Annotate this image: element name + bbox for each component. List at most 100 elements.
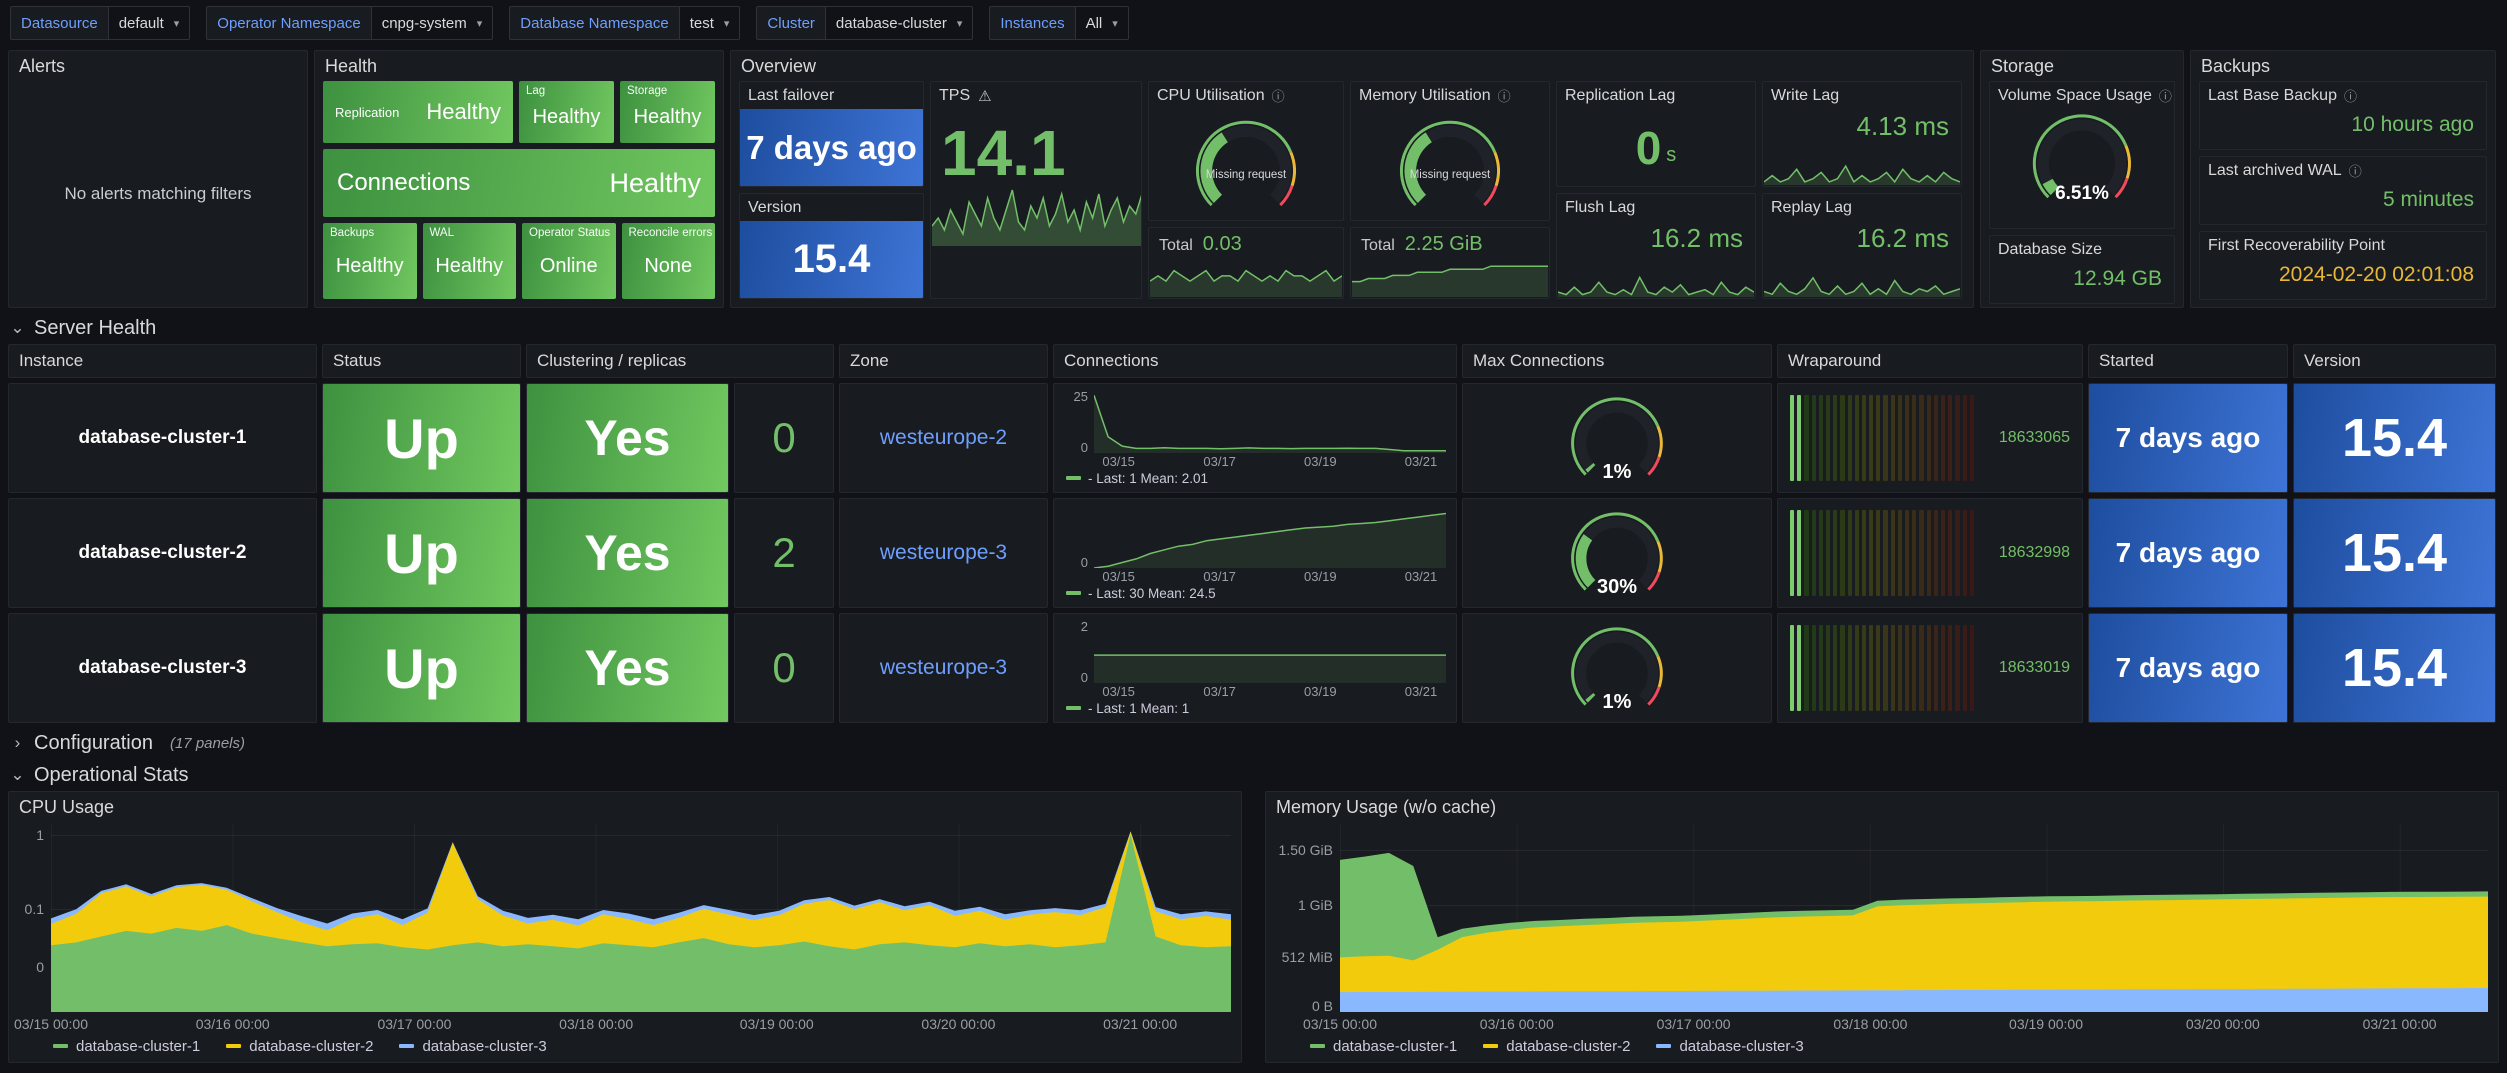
- max-connections-gauge: 30%: [1542, 507, 1692, 599]
- stat-title: Replay Lag: [1763, 194, 1961, 221]
- info-icon[interactable]: ⓘ: [2349, 161, 2362, 180]
- instance-name: database-cluster-1: [8, 383, 317, 493]
- health-operator-status-stat: Operator Status Online: [522, 223, 616, 299]
- stat-title-text: TPS: [939, 87, 970, 105]
- var-cluster-label: Cluster: [756, 6, 825, 40]
- row-configuration-toggle[interactable]: › Configuration (17 panels): [10, 731, 2497, 755]
- legend-text: - Last: 1 Mean: 1: [1088, 701, 1189, 716]
- memory-total-stat: Total 2.25 GiB: [1350, 227, 1550, 299]
- y-tick: 0 B: [1312, 998, 1333, 1014]
- write-lag-value: 4.13 ms: [1763, 109, 1961, 142]
- y-tick: 0: [36, 959, 44, 975]
- chart-legend: database-cluster-1 database-cluster-2 da…: [1266, 1034, 2498, 1058]
- zone-link[interactable]: westeurope-3: [839, 613, 1048, 723]
- max-connections-gauge: 1%: [1542, 622, 1692, 714]
- var-database-namespace-dropdown[interactable]: test ▾: [679, 6, 741, 40]
- var-instances-dropdown[interactable]: All ▾: [1075, 6, 1129, 40]
- last-archived-wal-value: 5 minutes: [2200, 184, 2486, 216]
- panel-health: Health Replication Healthy Lag Healthy S…: [314, 50, 724, 308]
- zone-link[interactable]: westeurope-3: [839, 498, 1048, 608]
- stat-title-text: Last Base Backup: [2208, 87, 2337, 105]
- series-marker-icon: [1066, 476, 1081, 480]
- var-operator-namespace-dropdown[interactable]: cnpg-system ▾: [371, 6, 494, 40]
- database-size-stat: Database Size 12.94 GB: [1989, 235, 2175, 304]
- legend-item[interactable]: - Last: 1 Mean: 2.01: [1064, 469, 1446, 487]
- flush-lag-value: 16.2 ms: [1557, 221, 1755, 254]
- tps-value: 14.1: [931, 109, 1141, 185]
- replication-lag-stat: Replication Lag 0 s: [1556, 81, 1756, 187]
- started-stat: 7 days ago: [2088, 498, 2288, 608]
- x-tick: 03/17 00:00: [1657, 1016, 1731, 1032]
- legend-item[interactable]: database-cluster-1: [53, 1038, 200, 1055]
- stat-title-text: CPU Utilisation: [1157, 87, 1265, 105]
- var-cluster-dropdown[interactable]: database-cluster ▾: [825, 6, 973, 40]
- warning-icon[interactable]: ⚠: [978, 87, 991, 105]
- connections-sparkline: [1094, 391, 1446, 453]
- gauge-value: 30%: [1542, 576, 1692, 599]
- series-marker-icon: [1066, 706, 1081, 710]
- server-health-table: Instance Status Clustering / replicas Zo…: [8, 344, 2499, 723]
- legend-item[interactable]: - Last: 1 Mean: 1: [1064, 699, 1446, 717]
- x-tick: 03/19: [1304, 569, 1337, 584]
- stat-title: Memory Utilisation ⓘ: [1351, 82, 1549, 109]
- legend-item[interactable]: database-cluster-1: [1310, 1038, 1457, 1055]
- cpu-total-stat: Total 0.03: [1148, 227, 1344, 299]
- last-failover-stat: Last failover 7 days ago: [739, 81, 924, 187]
- column-header-version: Version: [2293, 344, 2496, 378]
- info-icon[interactable]: ⓘ: [1272, 86, 1285, 105]
- bar-gauge-bars: [1790, 395, 1974, 481]
- stat-title: Last failover: [740, 82, 923, 109]
- panel-title: Overview: [731, 51, 1973, 81]
- legend-item[interactable]: - Last: 30 Mean: 24.5: [1064, 584, 1446, 602]
- x-tick: 03/15 00:00: [1303, 1016, 1377, 1032]
- column-header-clustering: Clustering / replicas: [526, 344, 834, 378]
- started-stat: 7 days ago: [2088, 383, 2288, 493]
- stat-title: Last archived WAL ⓘ: [2200, 157, 2486, 184]
- x-tick: 03/20 00:00: [921, 1016, 995, 1032]
- stat-title-text: Memory Utilisation: [1359, 87, 1491, 105]
- stat-label: Reconcile errors: [629, 227, 713, 239]
- stat-label: Lag: [526, 85, 545, 97]
- legend-item[interactable]: database-cluster-3: [399, 1038, 546, 1055]
- status-stat: Up: [322, 498, 521, 608]
- legend-item[interactable]: database-cluster-2: [226, 1038, 373, 1055]
- legend-item[interactable]: database-cluster-3: [1656, 1038, 1803, 1055]
- stat-label: Storage: [627, 85, 667, 97]
- stat-value: Healthy: [609, 168, 701, 199]
- gauge-value: 1%: [1542, 461, 1692, 484]
- wraparound-bar-gauge: 18632998: [1777, 498, 2083, 608]
- info-icon[interactable]: ⓘ: [2159, 86, 2172, 105]
- health-grid: Replication Healthy Lag Healthy Storage …: [315, 81, 723, 307]
- max-connections-gauge-panel: 1%: [1462, 383, 1772, 493]
- connections-chart: 0 03/15 03/17 03/19 03/21 - Last: 30 Mea…: [1053, 498, 1457, 608]
- panel-title: Health: [315, 51, 723, 81]
- variables-bar: Datasource default ▾ Operator Namespace …: [0, 0, 2507, 46]
- section-title: Server Health: [34, 317, 156, 340]
- info-icon[interactable]: ⓘ: [1498, 86, 1511, 105]
- memory-utilisation-gauge: Missing request: [1362, 115, 1538, 215]
- panels-count-note: (17 panels): [170, 735, 245, 752]
- last-failover-value: 7 days ago: [740, 109, 923, 186]
- x-tick: 03/15 00:00: [14, 1016, 88, 1032]
- var-operator-namespace-value: cnpg-system: [382, 15, 467, 32]
- stat-value: Healthy: [533, 106, 601, 129]
- memory-total-sparkline: [1352, 258, 1548, 297]
- column-header-started: Started: [2088, 344, 2288, 378]
- column-header-connections: Connections: [1053, 344, 1457, 378]
- var-cluster: Cluster database-cluster ▾: [756, 6, 973, 40]
- started-stat: 7 days ago: [2088, 613, 2288, 723]
- zone-link[interactable]: westeurope-2: [839, 383, 1048, 493]
- bar-gauge-bars: [1790, 510, 1974, 596]
- version-value: 15.4: [740, 221, 923, 298]
- row-operational-stats-toggle[interactable]: ⌄ Operational Stats: [10, 763, 2497, 787]
- x-tick: 03/19: [1304, 454, 1337, 469]
- clustering-stat: Yes: [526, 613, 729, 723]
- chevron-down-icon: ▾: [1112, 17, 1118, 30]
- legend-item[interactable]: database-cluster-2: [1483, 1038, 1630, 1055]
- row-server-health-toggle[interactable]: ⌄ Server Health: [10, 316, 2497, 340]
- legend-text: - Last: 30 Mean: 24.5: [1088, 586, 1216, 601]
- info-icon[interactable]: ⓘ: [2344, 86, 2357, 105]
- legend-text: database-cluster-2: [1506, 1038, 1630, 1055]
- panel-cpu-usage: CPU Usage 1 0.1 0 03/15 00:00 03/16 00:0…: [8, 791, 1242, 1063]
- var-datasource-dropdown[interactable]: default ▾: [108, 6, 191, 40]
